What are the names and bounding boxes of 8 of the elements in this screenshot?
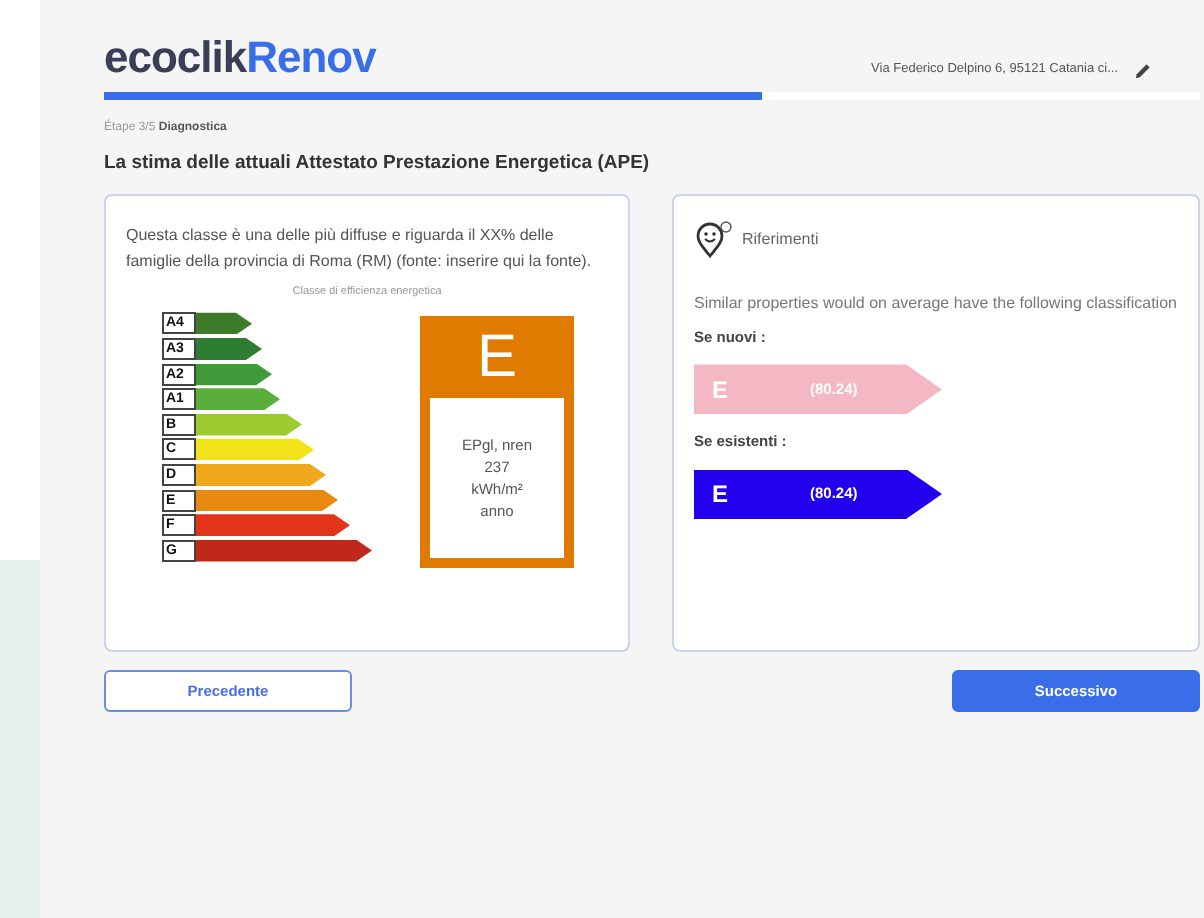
section-title: Riferimenti xyxy=(742,228,819,253)
description-text: Similar properties would on average have the following classification xyxy=(694,292,1178,317)
page-title: La stima delle attuali Attestato Prestazione Energetica (APE) xyxy=(104,150,652,178)
pin-icon xyxy=(694,220,734,261)
class-grade: E xyxy=(474,324,519,391)
description-text: Questa classe è una delle più diffuse e riguarda il XX% delle famiglie della provincia di Roma (RM) (fonte: inserire qui la fonte). xyxy=(126,224,594,275)
logo: ecoclikRenov xyxy=(104,36,376,80)
edit-icon[interactable] xyxy=(1134,61,1152,80)
